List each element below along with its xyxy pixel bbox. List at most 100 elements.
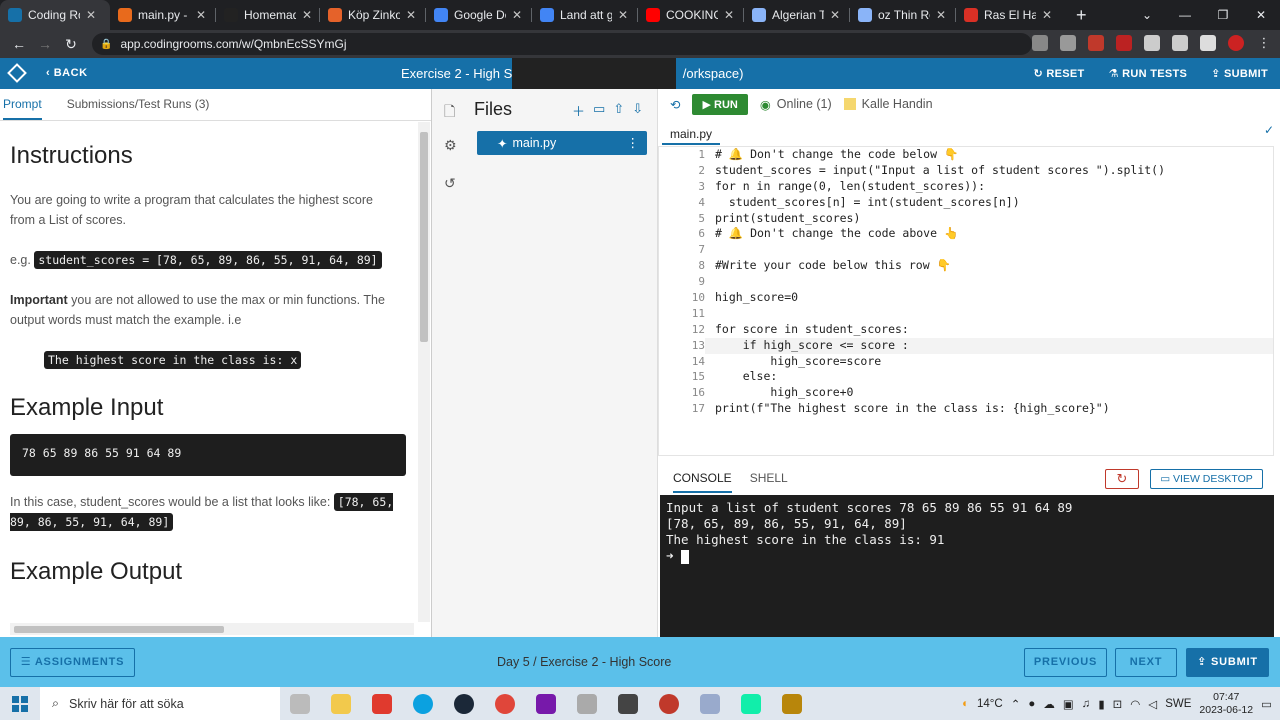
restart-console-button[interactable]: ↻ (1105, 469, 1139, 489)
app-icon[interactable] (700, 694, 720, 714)
add-folder-icon[interactable]: ▭ (593, 101, 605, 120)
wifi-icon[interactable]: ◠ (1130, 697, 1140, 711)
clock[interactable]: 07:47 2023-06-12 (1199, 691, 1253, 717)
close-tab-icon[interactable]: ✕ (830, 8, 840, 22)
weather-temp[interactable]: 14°C (977, 698, 1003, 710)
close-tab-icon[interactable]: ✕ (302, 8, 312, 22)
tray-icon[interactable]: ▣ (1063, 697, 1074, 711)
browser-tab[interactable]: Homemade... ✕ (216, 0, 320, 30)
tab-submissions[interactable]: Submissions/Test Runs (3) (67, 89, 210, 120)
code-area[interactable]: 1 2 3 4 5 6 7 8 9 10 11 12 13 14 15 16 17 # 🔔 Don't chan… (658, 146, 1274, 456)
vertical-scrollbar[interactable] (418, 122, 430, 622)
code-line[interactable] (715, 274, 1165, 290)
close-tab-icon[interactable]: ✕ (196, 8, 206, 22)
submit-bottom-button[interactable]: ⇪ SUBMIT (1186, 648, 1269, 677)
code-line[interactable]: # 🔔 Don't change the code below 👇 (715, 147, 1165, 163)
tab-shell[interactable]: SHELL (750, 471, 788, 485)
extension-icon[interactable] (1088, 35, 1104, 51)
panel-toggle-icon[interactable]: ⟲ (670, 97, 680, 112)
code-line[interactable]: high_score=0 (715, 290, 1165, 306)
browser-tab[interactable]: Land att gö... ✕ (532, 0, 638, 30)
download-icon[interactable]: ⇩ (632, 101, 643, 120)
close-window-icon[interactable]: ✕ (1242, 0, 1280, 30)
code-line[interactable] (715, 242, 1165, 258)
tray-icon[interactable]: ♫ (1082, 698, 1091, 710)
submit-button[interactable]: ⇪ SUBMIT (1211, 67, 1268, 80)
minimize-icon[interactable]: — (1166, 0, 1204, 30)
tab-prompt[interactable]: Prompt (3, 89, 42, 120)
extension-icon[interactable] (1060, 35, 1076, 51)
app-icon[interactable] (659, 694, 679, 714)
close-tab-icon[interactable]: ✕ (618, 8, 628, 22)
media-icon[interactable] (1172, 35, 1188, 51)
code-line[interactable]: high_score=score (715, 354, 1165, 370)
next-button[interactable]: NEXT (1115, 648, 1177, 677)
view-desktop-button[interactable]: ▭ VIEW DESKTOP (1150, 469, 1263, 489)
file-icon[interactable]: 🗋 (444, 101, 455, 125)
close-tab-icon[interactable]: ✕ (1042, 8, 1052, 22)
file-explorer-icon[interactable] (331, 694, 351, 714)
upload-icon[interactable]: ⇧ (613, 101, 624, 120)
code-line[interactable]: print(f"The highest score in the class i… (715, 401, 1165, 417)
close-tab-icon[interactable]: ✕ (936, 8, 946, 22)
code-line[interactable]: print(student_scores) (715, 211, 1165, 227)
code-line[interactable]: for score in student_scores: (715, 322, 1165, 338)
browser-tab[interactable]: Algerian Th... ✕ (744, 0, 850, 30)
app-icon[interactable] (618, 694, 638, 714)
close-tab-icon[interactable]: ✕ (512, 8, 522, 22)
code-line[interactable]: high_score+0 (715, 385, 1165, 401)
avatar[interactable] (1228, 35, 1244, 51)
previous-button[interactable]: PREVIOUS (1024, 648, 1107, 677)
back-button[interactable]: ‹ BACK (46, 67, 88, 79)
maximize-icon[interactable]: ❐ (1204, 0, 1242, 30)
file-item-main-py[interactable]: ✦ main.py ⋮ (477, 131, 647, 155)
app-icon[interactable] (741, 694, 761, 714)
menu-icon[interactable]: ⋮ (1256, 35, 1272, 51)
taskbar-search[interactable]: ⌕ Skriv här för att söka (40, 687, 280, 720)
app-icon[interactable] (782, 694, 802, 714)
horizontal-scrollbar[interactable] (10, 623, 414, 635)
code-line[interactable] (715, 306, 1165, 322)
cloud-icon[interactable]: ☁ (1043, 697, 1055, 711)
onenote-icon[interactable] (536, 694, 556, 714)
browser-tab[interactable]: Ras El Han... ✕ (956, 0, 1062, 30)
tab-search-icon[interactable]: ⌄ (1128, 0, 1166, 30)
volume-icon[interactable]: ◁ (1148, 697, 1157, 711)
steam-icon[interactable] (454, 694, 474, 714)
code-line[interactable]: if high_score <= score : (715, 338, 1165, 354)
browser-tab[interactable]: oz Thin Ro... ✕ (850, 0, 956, 30)
code-line[interactable]: for n in range(0, len(student_scores)): (715, 179, 1165, 195)
language-indicator[interactable]: SWE (1165, 698, 1191, 710)
app-icon[interactable] (372, 694, 392, 714)
close-tab-icon[interactable]: ✕ (724, 8, 734, 22)
notifications-icon[interactable]: ▭ (1261, 697, 1272, 711)
gear-icon[interactable]: ⚙ (444, 137, 457, 154)
code-line[interactable]: else: (715, 369, 1165, 385)
code-line[interactable]: # 🔔 Don't change the code above 👆 (715, 226, 1165, 242)
terminal-output[interactable]: Input a list of student scores 78 65 89 … (660, 495, 1274, 637)
code-line[interactable]: student_scores[n] = int(student_scores[n… (715, 195, 1165, 211)
browser-tab[interactable]: Google Dok... ✕ (426, 0, 532, 30)
extension-icon[interactable] (1116, 35, 1132, 51)
browser-tab[interactable]: COOKING /... ✕ (638, 0, 744, 30)
network-icon[interactable]: ⊡ (1113, 697, 1123, 711)
tab-console[interactable]: CONSOLE (673, 471, 732, 493)
skype-icon[interactable] (413, 694, 433, 714)
history-icon[interactable]: ↺ (444, 175, 456, 192)
codingrooms-logo-icon[interactable] (7, 63, 27, 83)
code-lines[interactable]: # 🔔 Don't change the code below 👇 student… (715, 147, 1165, 417)
run-tests-button[interactable]: ⚗ RUN TESTS (1109, 67, 1188, 80)
close-tab-icon[interactable]: ✕ (86, 8, 96, 22)
chrome-icon[interactable] (495, 694, 515, 714)
run-button[interactable]: ▶ RUN (692, 93, 748, 115)
new-tab-button[interactable]: + (1076, 5, 1087, 26)
chevron-up-icon[interactable]: ⌃ (1011, 697, 1021, 711)
battery-icon[interactable]: ▮ (1098, 697, 1104, 711)
kebab-menu-icon[interactable]: ⋮ (627, 135, 640, 150)
browser-tab[interactable]: main.py - p... ✕ (110, 0, 216, 30)
app-icon[interactable] (577, 694, 597, 714)
forward-arrow-icon[interactable]: → (32, 36, 58, 52)
puzzle-icon[interactable] (1144, 35, 1160, 51)
back-arrow-icon[interactable]: ← (6, 36, 32, 52)
tray-icon[interactable]: ● (1028, 698, 1035, 710)
